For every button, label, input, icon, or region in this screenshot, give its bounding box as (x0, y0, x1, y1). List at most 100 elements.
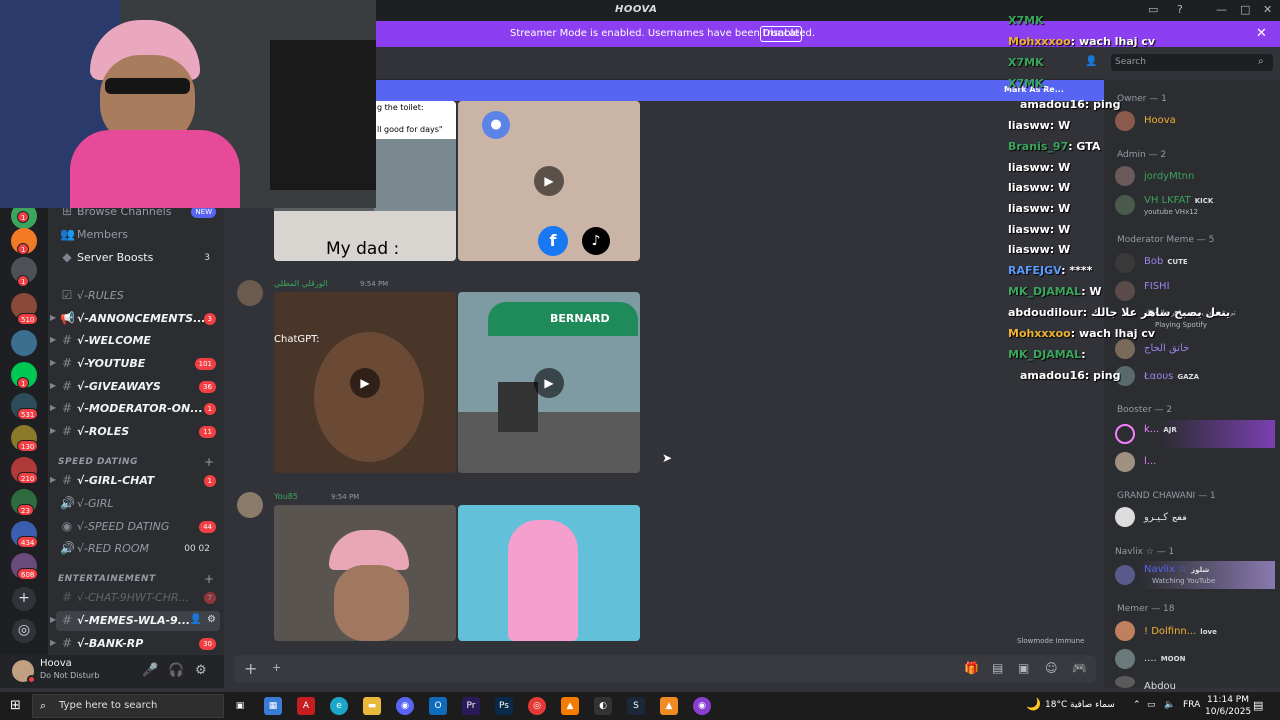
close-banner-icon[interactable]: ✕ (1256, 26, 1267, 41)
add-channel-icon[interactable]: + (204, 455, 214, 469)
sticker-icon[interactable]: ▣ (1018, 661, 1029, 675)
edge-icon[interactable]: e (330, 697, 348, 715)
channel-roles[interactable]: ▶ # √-ROLES 11 (50, 422, 220, 442)
media-video[interactable]: ChatGPT: ▶ (274, 292, 456, 473)
close-window-button[interactable]: ✕ (1263, 3, 1272, 16)
weather-temp[interactable]: 18°C (1045, 700, 1067, 710)
obs-icon[interactable]: ◐ (594, 697, 612, 715)
avatar[interactable] (1115, 424, 1135, 444)
task-view-icon[interactable]: ▣ (231, 697, 249, 715)
chrome-icon[interactable]: ◎ (528, 697, 546, 715)
steam-icon[interactable]: S (627, 697, 645, 715)
member-name[interactable]: Bob CUTE (1144, 256, 1188, 267)
channel-red-room[interactable]: 🔊 √-RED ROOM 00 02 (56, 539, 220, 559)
media-image[interactable] (458, 505, 640, 641)
invite-icon[interactable]: 👤 (190, 614, 202, 625)
member-name[interactable]: خاتق الحاج (1144, 343, 1189, 354)
member-name[interactable]: Hoova (1144, 115, 1176, 126)
media-video[interactable]: BERNARD ▶ (458, 292, 640, 473)
member-name[interactable]: FISHI (1144, 281, 1170, 292)
avatar[interactable] (1115, 621, 1135, 641)
settings-gear-icon[interactable]: ⚙ (207, 614, 216, 625)
attach-plus-icon[interactable]: + (244, 659, 257, 678)
inbox-icon[interactable]: ▭ (1148, 3, 1158, 16)
play-icon[interactable]: ▶ (534, 166, 564, 196)
channel-speed-dating[interactable]: ◉ √-SPEED DATING 44 (56, 517, 220, 537)
app-icon[interactable]: ▲ (660, 697, 678, 715)
language-indicator[interactable]: FRA (1183, 700, 1200, 710)
maximize-button[interactable]: □ (1240, 3, 1250, 16)
member-name[interactable]: VH LKFAT KICK (1144, 195, 1213, 206)
channel-chat-9hwt[interactable]: # √-CHAT-9HWT-CHR... 7 (56, 588, 220, 608)
file-explorer-icon[interactable]: ▬ (363, 697, 381, 715)
brave-icon[interactable]: ▲ (561, 697, 579, 715)
member-name[interactable]: كـيـرو قفح (1144, 512, 1187, 523)
message-composer[interactable]: + + 🎁 ▤ ▣ ☺ 🎮 (234, 655, 1096, 683)
gif-icon[interactable]: ▤ (992, 661, 1003, 675)
channel-moderator[interactable]: ▶ # √-MODERATOR-ON... 1 (50, 399, 220, 419)
explore-icon[interactable]: ◎ (12, 619, 36, 643)
microphone-icon[interactable]: 🎤 (142, 663, 158, 678)
discord-icon[interactable]: ◉ (396, 697, 414, 715)
channel-bank-rp[interactable]: ▶ # √-BANK-RP 30 (50, 634, 220, 654)
twitch-icon[interactable]: ◉ (693, 697, 711, 715)
member-name[interactable]: Abdou (1144, 681, 1176, 692)
volume-icon[interactable]: 🔈 (1164, 700, 1175, 710)
server-icon[interactable] (11, 330, 37, 356)
media-video[interactable]: ● ▶ f ♪ (458, 101, 640, 261)
search-input[interactable]: Search (1111, 54, 1273, 71)
channel-girl-chat[interactable]: ▶ # √-GIRL-CHAT 1 (50, 471, 220, 491)
category-speed-dating[interactable]: SPEED DATING (58, 457, 138, 467)
tray-chevron-icon[interactable]: ⌃ (1133, 700, 1141, 710)
play-icon[interactable]: ▶ (350, 367, 380, 398)
notification-icon[interactable]: ▤ (1253, 699, 1263, 712)
photoshop-icon[interactable]: Ps (495, 697, 513, 715)
clock-date[interactable]: 10/6/2025 (1205, 707, 1251, 717)
play-icon[interactable]: ▶ (534, 367, 564, 398)
emoji-icon[interactable]: ☺ (1045, 661, 1058, 675)
taskbar-search-input[interactable]: Type here to search (32, 694, 224, 718)
new-messages-bar[interactable]: Mark As Re... (376, 80, 1104, 101)
upload-icon[interactable]: + (272, 661, 281, 674)
avatar[interactable] (1115, 565, 1135, 585)
member-name[interactable]: jordyMtnn (1144, 171, 1194, 182)
gift-icon[interactable]: 🎁 (964, 661, 979, 675)
member-name[interactable]: .... MOON (1144, 653, 1185, 664)
premiere-icon[interactable]: Pr (462, 697, 480, 715)
message-author[interactable]: You85 (274, 492, 298, 501)
user-settings-gear-icon[interactable]: ⚙ (195, 663, 207, 678)
username[interactable]: Hoova (40, 658, 72, 669)
outlook-icon[interactable]: O (429, 697, 447, 715)
channel-announcements[interactable]: ▶ 📢 √-ANNONCEMENTS... 3 (50, 309, 220, 329)
member-name[interactable]: ! Dolfinn... love (1144, 626, 1217, 637)
clock-time[interactable]: 11:14 PM (1207, 695, 1249, 705)
avatar[interactable] (1115, 452, 1135, 472)
channel-memes-selected[interactable]: ▶ # √-MEMES-WLA-9... 👤 ⚙ (50, 611, 220, 631)
member-name[interactable]: Łαουs GAZA (1144, 371, 1199, 382)
windows-start-icon[interactable]: ⊞ (10, 698, 21, 713)
network-icon[interactable]: ▭ (1147, 700, 1156, 710)
disable-button[interactable]: Disable (760, 26, 802, 42)
store-icon[interactable]: ▦ (264, 697, 282, 715)
server-boosts-link[interactable]: ◆ Server Boosts 3 (56, 248, 220, 268)
activity-icon[interactable]: 🎮 (1072, 661, 1087, 675)
channel-rules[interactable]: ☑ √-RULES (56, 286, 220, 306)
message-author[interactable]: الورڤلي المطلي (274, 279, 328, 288)
category-entertainement[interactable]: ENTERTAINEMENT (58, 574, 156, 584)
avatar[interactable] (1115, 649, 1135, 669)
avatar[interactable] (1115, 676, 1135, 688)
avatar[interactable] (237, 492, 263, 518)
channel-welcome[interactable]: ▶ # √-WELCOME (50, 331, 220, 351)
adobe-icon[interactable]: A (297, 697, 315, 715)
headphones-icon[interactable]: 🎧 (168, 663, 184, 678)
media-image[interactable] (274, 505, 456, 641)
avatar[interactable] (1115, 507, 1135, 527)
channel-youtube[interactable]: ▶ # √-YOUTUBE 101 (50, 354, 220, 374)
channel-girl-voice[interactable]: 🔊 √-GIRL (56, 494, 220, 514)
add-server-icon[interactable]: + (12, 587, 36, 611)
member-name[interactable]: Navlix ☆ شلوز (1144, 564, 1209, 575)
channel-giveaways[interactable]: ▶ # √-GIVEAWAYS 36 (50, 377, 220, 397)
member-name[interactable]: l... (1144, 456, 1156, 467)
member-name[interactable]: k... AJR (1144, 424, 1177, 435)
avatar[interactable] (237, 280, 263, 306)
